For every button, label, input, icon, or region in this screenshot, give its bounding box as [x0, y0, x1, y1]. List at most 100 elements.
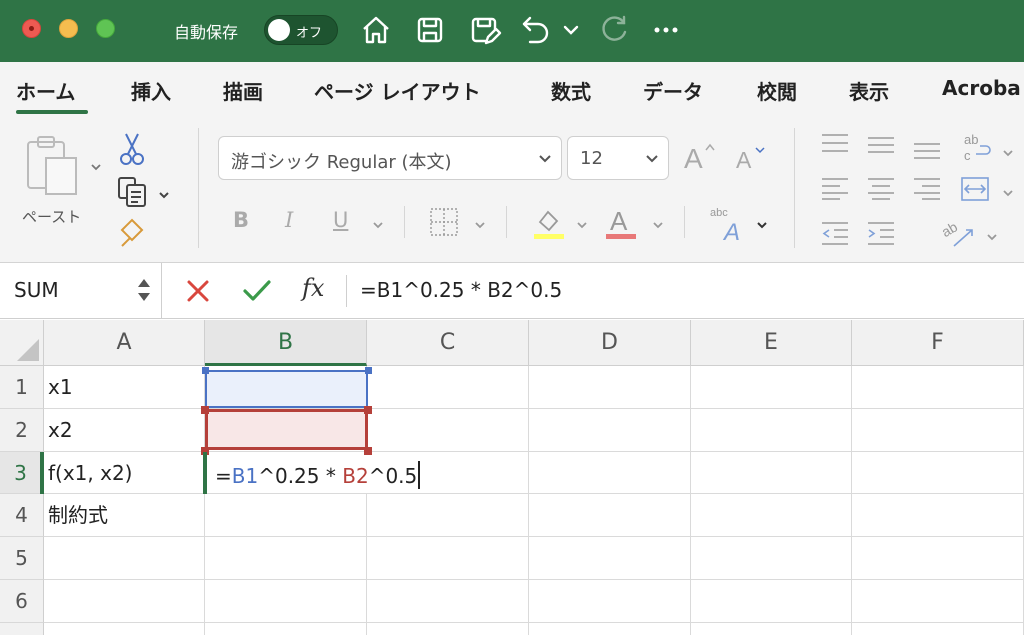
cell-e7[interactable] — [691, 623, 852, 635]
align-bottom-icon[interactable] — [912, 132, 942, 162]
name-box-stepper-icon[interactable] — [133, 273, 155, 307]
cell-c7[interactable] — [367, 623, 529, 635]
enter-check-icon[interactable] — [242, 277, 272, 305]
phonetic-dropdown-icon[interactable] — [756, 216, 768, 229]
row-header-1[interactable]: 1 — [0, 366, 44, 409]
column-header-f[interactable]: F — [852, 320, 1024, 366]
cell-a7[interactable] — [44, 623, 205, 635]
underline-button[interactable]: U — [333, 208, 348, 232]
minimize-window-button[interactable] — [59, 19, 78, 38]
cell-f2[interactable] — [852, 409, 1024, 452]
align-top-icon[interactable] — [820, 132, 850, 158]
select-all-button[interactable] — [0, 320, 44, 366]
decrease-indent-icon[interactable] — [820, 220, 850, 246]
bold-button[interactable]: B — [233, 208, 249, 232]
cell-e2[interactable] — [691, 409, 852, 452]
cell-a4[interactable]: 制約式 — [44, 494, 205, 537]
font-size-select[interactable]: 12 — [567, 136, 669, 180]
font-name-select[interactable]: 游ゴシック Regular (本文) — [218, 136, 562, 180]
tab-view[interactable]: 表示 — [849, 76, 889, 105]
format-painter-icon[interactable] — [118, 218, 148, 248]
close-window-button[interactable] — [22, 19, 41, 38]
wrap-text-icon[interactable]: ab c — [962, 130, 996, 164]
borders-icon[interactable] — [428, 206, 460, 238]
increase-indent-icon[interactable] — [866, 220, 896, 246]
italic-button[interactable]: I — [285, 208, 293, 232]
cell-d2[interactable] — [529, 409, 691, 452]
cell-e4[interactable] — [691, 494, 852, 537]
orientation-dropdown-icon[interactable] — [986, 228, 998, 241]
home-icon[interactable] — [358, 12, 394, 48]
cell-c6[interactable] — [367, 580, 529, 623]
cell-b5[interactable] — [205, 537, 367, 580]
tab-insert[interactable]: 挿入 — [131, 76, 171, 105]
borders-dropdown-icon[interactable] — [474, 216, 486, 229]
increase-font-size-icon[interactable]: A — [684, 140, 718, 174]
row-header-3[interactable]: 3 — [0, 452, 44, 494]
insert-function-button[interactable]: fx — [302, 274, 324, 302]
redo-icon[interactable] — [596, 12, 632, 48]
row-header-4[interactable]: 4 — [0, 494, 44, 537]
cell-a5[interactable] — [44, 537, 205, 580]
row-header-2[interactable]: 2 — [0, 409, 44, 452]
column-header-c[interactable]: C — [367, 320, 529, 366]
name-box[interactable]: SUM — [0, 263, 162, 319]
undo-icon[interactable] — [518, 12, 554, 48]
cell-e1[interactable] — [691, 366, 852, 409]
cell-c4[interactable] — [367, 494, 529, 537]
undo-dropdown-icon[interactable] — [560, 12, 582, 48]
row-header-6[interactable]: 6 — [0, 580, 44, 623]
cell-c2[interactable] — [367, 409, 529, 452]
cell-b7[interactable] — [205, 623, 367, 635]
row-header-5[interactable]: 5 — [0, 537, 44, 580]
cell-f4[interactable] — [852, 494, 1024, 537]
cell-a1[interactable]: x1 — [44, 366, 205, 409]
align-right-icon[interactable] — [912, 176, 942, 200]
column-header-a[interactable]: A — [44, 320, 205, 366]
orientation-icon[interactable]: ab — [939, 216, 976, 250]
cell-d4[interactable] — [529, 494, 691, 537]
tab-home[interactable]: ホーム — [16, 76, 75, 105]
tab-acrobat[interactable]: Acroba — [942, 76, 1021, 100]
font-color-dropdown-icon[interactable] — [652, 216, 664, 229]
wrap-text-dropdown-icon[interactable] — [1002, 144, 1014, 157]
paste-dropdown-icon[interactable] — [90, 158, 102, 171]
decrease-font-size-icon[interactable]: A — [736, 144, 768, 174]
reference-handle[interactable] — [364, 406, 372, 414]
row-header-7[interactable] — [0, 623, 44, 635]
cut-icon[interactable] — [118, 132, 146, 166]
cell-c5[interactable] — [367, 537, 529, 580]
column-header-d[interactable]: D — [529, 320, 691, 366]
save-edit-icon[interactable] — [466, 12, 502, 48]
cell-d3[interactable] — [529, 452, 691, 494]
tab-draw[interactable]: 描画 — [223, 76, 263, 105]
cell-d7[interactable] — [529, 623, 691, 635]
merge-center-icon[interactable] — [960, 176, 990, 202]
column-header-b[interactable]: B — [205, 320, 367, 366]
cancel-icon[interactable] — [184, 277, 212, 305]
cell-e3[interactable] — [691, 452, 852, 494]
tab-review[interactable]: 校閲 — [757, 76, 797, 105]
cell-b4[interactable] — [205, 494, 367, 537]
more-icon[interactable] — [648, 12, 684, 48]
autosave-toggle[interactable]: オフ — [264, 15, 338, 45]
paste-icon[interactable] — [24, 134, 82, 200]
copy-dropdown-icon[interactable] — [158, 186, 170, 199]
fill-color-dropdown-icon[interactable] — [576, 216, 588, 229]
tab-page-layout[interactable]: ページ レイアウト — [314, 76, 481, 105]
save-icon[interactable] — [412, 12, 448, 48]
phonetic-guide-icon[interactable]: abc A — [708, 204, 750, 246]
cell-e5[interactable] — [691, 537, 852, 580]
font-color-icon[interactable]: A — [604, 204, 638, 240]
formula-input[interactable]: =B1^0.25 * B2^0.5 — [360, 278, 562, 302]
reference-handle[interactable] — [202, 367, 209, 374]
cell-c1[interactable] — [367, 366, 529, 409]
copy-icon[interactable] — [116, 176, 150, 208]
merge-dropdown-icon[interactable] — [1002, 184, 1014, 197]
reference-handle[interactable] — [201, 406, 209, 414]
cell-f1[interactable] — [852, 366, 1024, 409]
underline-dropdown-icon[interactable] — [372, 216, 384, 229]
align-left-icon[interactable] — [820, 176, 850, 200]
cell-d5[interactable] — [529, 537, 691, 580]
cell-f5[interactable] — [852, 537, 1024, 580]
